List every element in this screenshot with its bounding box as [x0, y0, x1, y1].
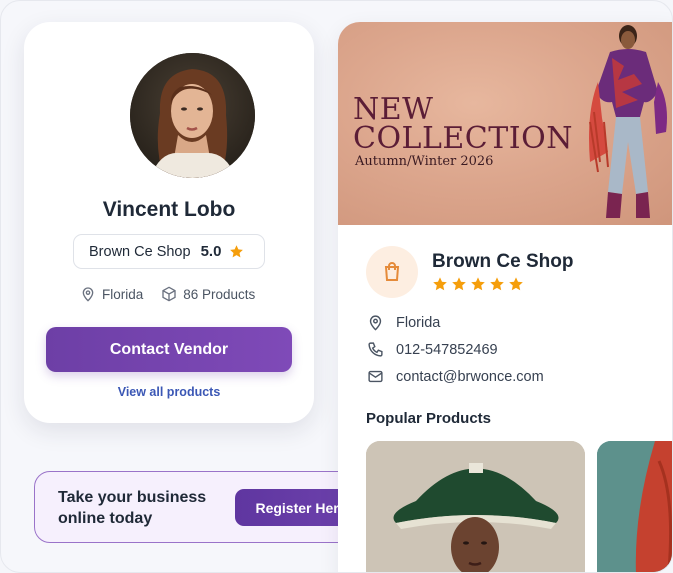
- map-pin-icon: [367, 314, 384, 331]
- shop-email-row[interactable]: contact@brwonce.com: [367, 368, 544, 385]
- vendor-meta: Florida 86 Products: [80, 286, 255, 302]
- shop-location-row: Florida: [367, 314, 440, 331]
- shop-panel: NEW COLLECTION Autumn/Winter 2026 Brown …: [338, 22, 672, 572]
- vendor-location: Florida: [102, 286, 144, 302]
- shop-location: Florida: [396, 314, 441, 331]
- phone-icon: [367, 341, 384, 358]
- shop-phone: 012-547852469: [396, 341, 498, 358]
- star-icon: [471, 277, 485, 291]
- shop-rating-pill[interactable]: Brown Ce Shop 5.0: [73, 234, 265, 269]
- shop-stars: [432, 276, 524, 292]
- shop-email: contact@brwonce.com: [396, 368, 544, 385]
- star-icon: [229, 244, 244, 259]
- shopping-bag-icon: [380, 260, 404, 284]
- shop-phone-row[interactable]: 012-547852469: [367, 341, 498, 358]
- view-all-products-link[interactable]: View all products: [24, 385, 314, 399]
- star-icon: [452, 277, 466, 291]
- contact-vendor-button[interactable]: Contact Vendor: [46, 327, 292, 372]
- vendor-card: Vincent Lobo Brown Ce Shop 5.0 Florida 8…: [24, 22, 314, 423]
- box-icon: [161, 286, 177, 302]
- hero-model-image: [589, 25, 667, 218]
- shop-title: Brown Ce Shop: [432, 251, 574, 272]
- avatar[interactable]: [130, 53, 255, 178]
- shop-logo: [366, 246, 418, 298]
- star-icon: [490, 277, 504, 291]
- star-icon: [433, 277, 447, 291]
- product-card-1[interactable]: [366, 441, 585, 572]
- hero-banner[interactable]: NEW COLLECTION Autumn/Winter 2026: [338, 22, 672, 225]
- product-card-2[interactable]: [597, 441, 672, 572]
- vendor-name: Vincent Lobo: [102, 198, 236, 221]
- star-icon: [509, 277, 523, 291]
- shop-name: Brown Ce Shop: [89, 243, 191, 260]
- hero-subtitle: Autumn/Winter 2026: [355, 154, 494, 169]
- shop-rating: 5.0: [200, 243, 222, 260]
- popular-products-heading: Popular Products: [366, 410, 492, 427]
- vendor-products-count: 86 Products: [183, 286, 256, 302]
- mail-icon: [367, 368, 384, 385]
- map-pin-icon: [80, 286, 96, 302]
- hero-title: NEW COLLECTION: [353, 92, 573, 156]
- register-banner: Take your business online today Register…: [34, 471, 389, 543]
- app-frame: Vincent Lobo Brown Ce Shop 5.0 Florida 8…: [0, 0, 673, 573]
- register-text: Take your business online today: [58, 489, 207, 527]
